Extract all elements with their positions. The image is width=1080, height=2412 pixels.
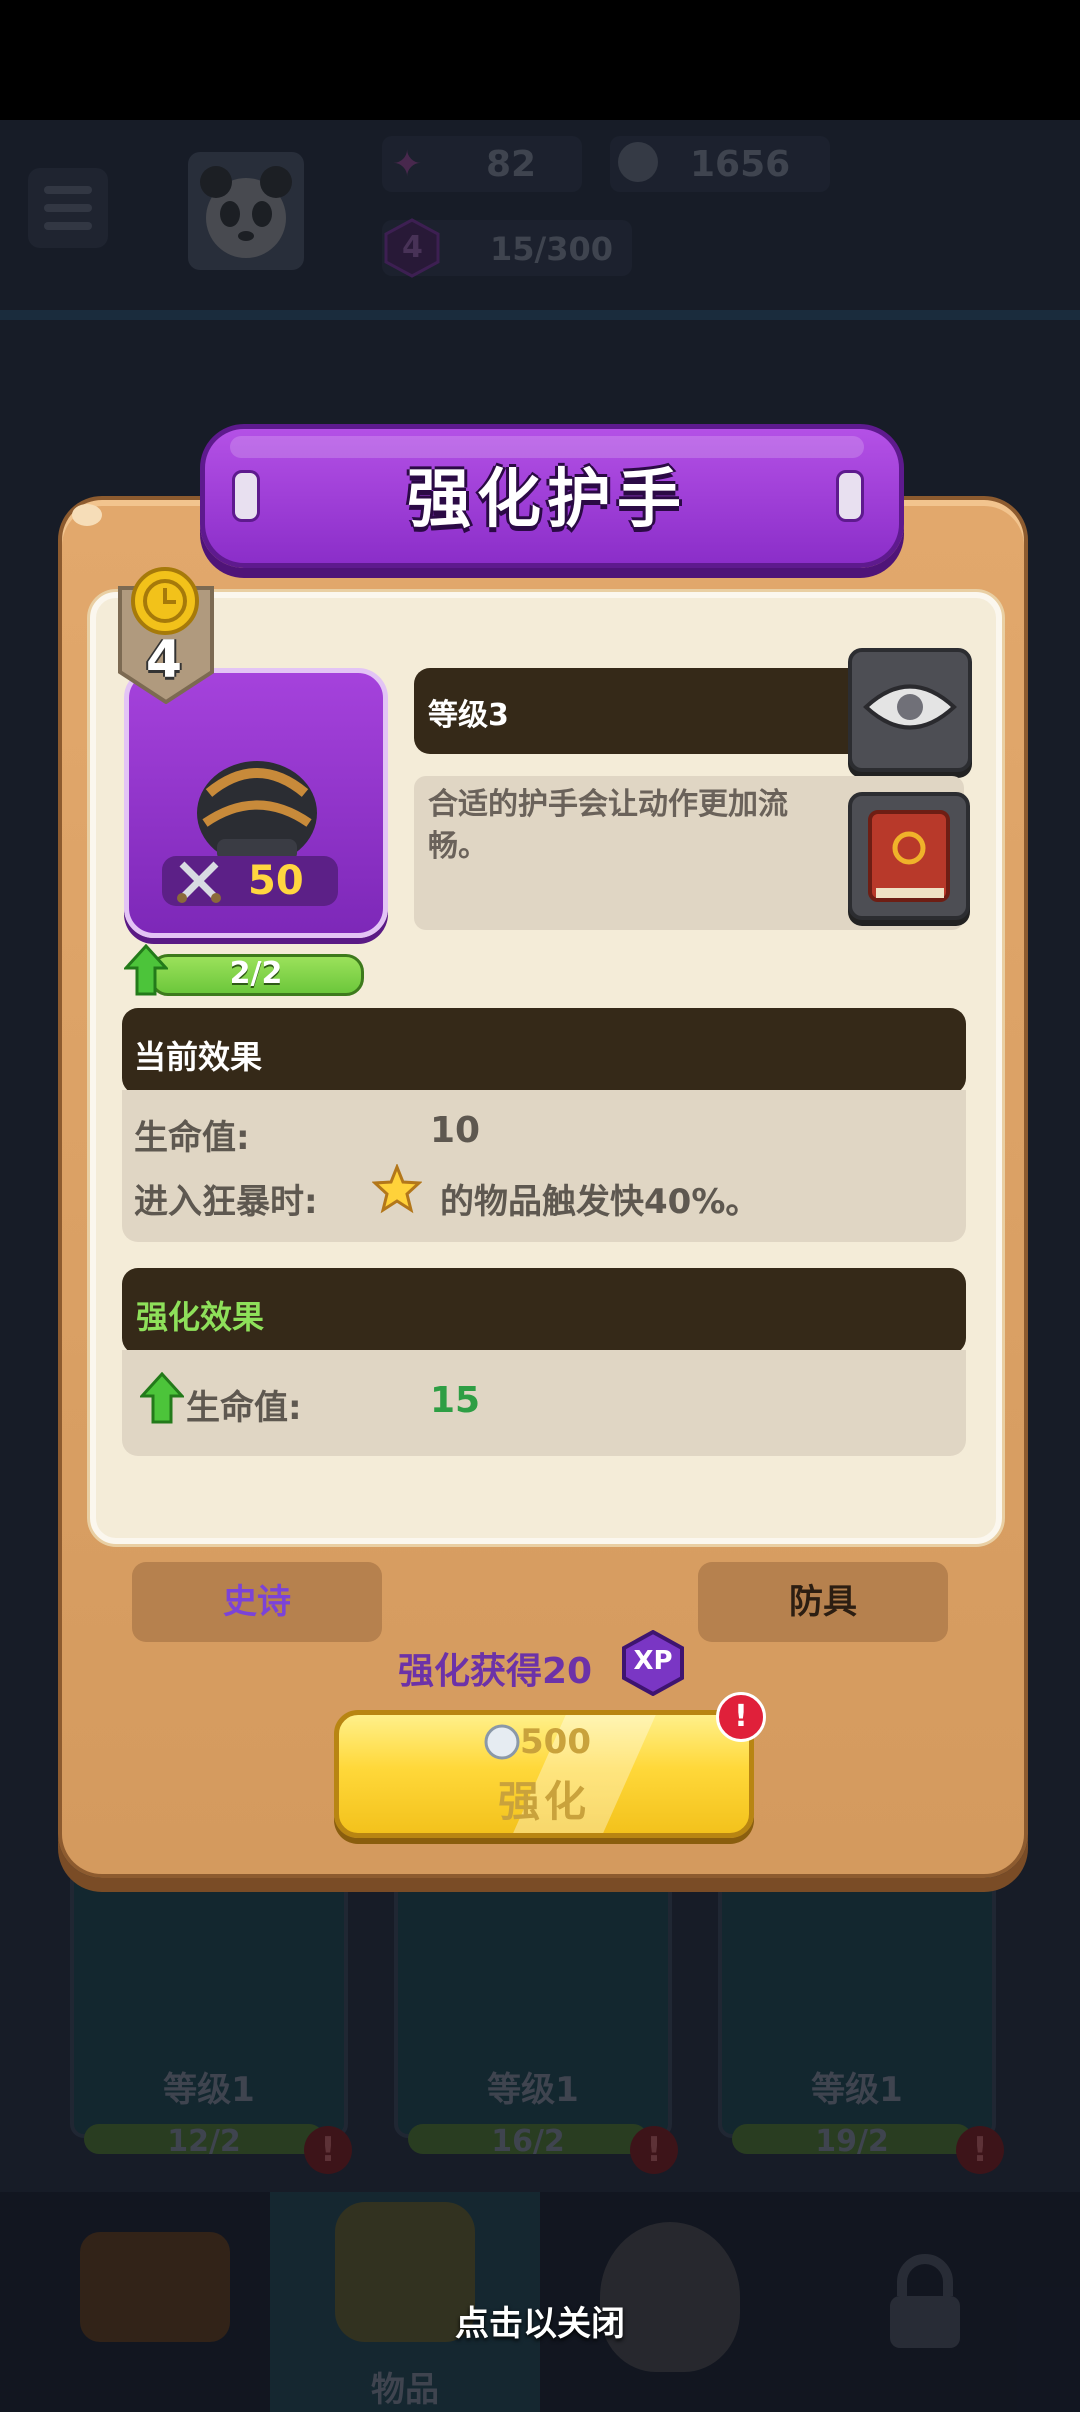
- xp-badge-label: XP: [633, 1646, 673, 1676]
- rarity-tag: 史诗: [132, 1562, 382, 1642]
- item-level: 等级3: [428, 698, 509, 733]
- tier-number: 4: [145, 630, 183, 690]
- close-hint[interactable]: 点击以关闭: [0, 2296, 1080, 2345]
- eye-icon: [863, 684, 957, 730]
- stat-label: 生命值:: [134, 1118, 250, 1158]
- upgrade-button-label: 强化: [497, 1777, 590, 1826]
- current-effects-title: 当前效果: [134, 1038, 263, 1076]
- stat-value: 的物品触发快40%。: [440, 1182, 760, 1222]
- book-icon: [868, 810, 950, 902]
- upgrade-cost: 500: [520, 1722, 591, 1762]
- item-description: 合适的护手会让动作更加流畅。: [428, 787, 788, 864]
- item-power: 50: [248, 858, 304, 904]
- xp-reward-text: 强化获得20: [398, 1651, 593, 1692]
- crossed-swords-icon: [177, 861, 221, 903]
- lore-book-button[interactable]: [848, 792, 970, 920]
- silver-coin-icon: [484, 1724, 520, 1760]
- clock-coin-icon: [131, 567, 199, 635]
- inspect-button[interactable]: [848, 648, 972, 772]
- star-icon: [372, 1164, 422, 1214]
- modal-title: 强化护手: [407, 463, 687, 537]
- stat-label: 进入狂暴时:: [134, 1182, 318, 1222]
- panel-highlight: [72, 504, 102, 526]
- green-arrow-up-icon: [140, 1372, 184, 1424]
- upgrade-progress-text: 2/2: [229, 956, 283, 991]
- stat-label: 生命值:: [186, 1388, 302, 1428]
- alert-icon: !: [716, 1692, 766, 1742]
- category-tag: 防具: [698, 1562, 948, 1642]
- stat-value-upgraded: 15: [430, 1380, 481, 1421]
- gauntlet-icon: [197, 761, 317, 865]
- upgrade-effects-title: 强化效果: [136, 1298, 265, 1336]
- stat-value: 10: [430, 1110, 481, 1151]
